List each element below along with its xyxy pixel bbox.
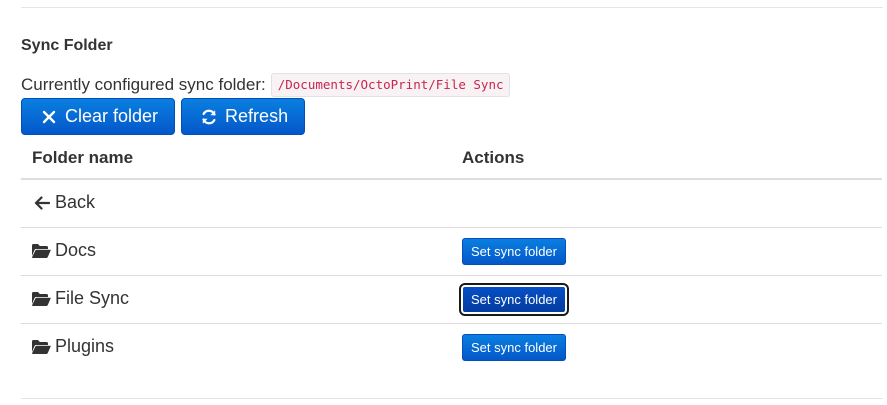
table-row: File Sync Set sync folder: [21, 276, 882, 324]
folder-name: Plugins: [55, 336, 115, 356]
action-cell: Set sync folder: [462, 238, 566, 265]
folder-link-file-sync[interactable]: File Sync: [31, 288, 129, 309]
back-label: Back: [55, 192, 96, 212]
folder-link-plugins[interactable]: Plugins: [31, 336, 114, 357]
folder-name: File Sync: [55, 288, 130, 308]
column-header-actions: Actions: [462, 148, 525, 167]
action-cell: Set sync folder: [462, 334, 566, 361]
action-cell: Set sync folder: [459, 283, 569, 316]
folder-open-icon: [31, 242, 51, 260]
refresh-button[interactable]: Refresh: [181, 98, 306, 135]
folder-name: Docs: [55, 240, 97, 260]
table-row: Plugins Set sync folder: [21, 324, 882, 372]
set-sync-folder-button[interactable]: Set sync folder: [459, 283, 569, 316]
folder-table: Folder name Actions Back Docs Set sync f…: [21, 133, 882, 372]
refresh-icon: [199, 107, 219, 127]
back-link[interactable]: Back: [31, 192, 95, 213]
toolbar: Clear folder Refresh: [21, 98, 306, 135]
table-row: Docs Set sync folder: [21, 228, 882, 276]
column-header-folder-name: Folder name: [32, 148, 134, 167]
set-sync-folder-button[interactable]: Set sync folder: [462, 334, 566, 361]
folder-open-icon: [31, 338, 51, 356]
arrow-left-icon: [31, 194, 51, 212]
current-sync-folder-path: /Documents/OctoPrint/File Sync: [270, 73, 510, 97]
current-sync-folder-label: Currently configured sync folder:: [21, 75, 266, 94]
refresh-label: Refresh: [225, 106, 289, 126]
clear-folder-button[interactable]: Clear folder: [21, 98, 176, 135]
current-sync-folder: Currently configured sync folder: /Docum…: [21, 73, 510, 97]
clear-folder-label: Clear folder: [65, 106, 159, 126]
top-divider: [21, 7, 883, 8]
bottom-divider: [21, 398, 883, 399]
section-title: Sync Folder: [21, 37, 113, 54]
table-row-back: Back: [21, 180, 882, 228]
folder-link-docs[interactable]: Docs: [31, 240, 96, 261]
folder-open-icon: [31, 290, 51, 308]
x-icon: [39, 107, 59, 127]
sync-folder-panel: Sync Folder Currently configured sync fo…: [0, 0, 887, 405]
table-header: Folder name Actions: [21, 133, 882, 180]
set-sync-folder-button[interactable]: Set sync folder: [462, 238, 566, 265]
